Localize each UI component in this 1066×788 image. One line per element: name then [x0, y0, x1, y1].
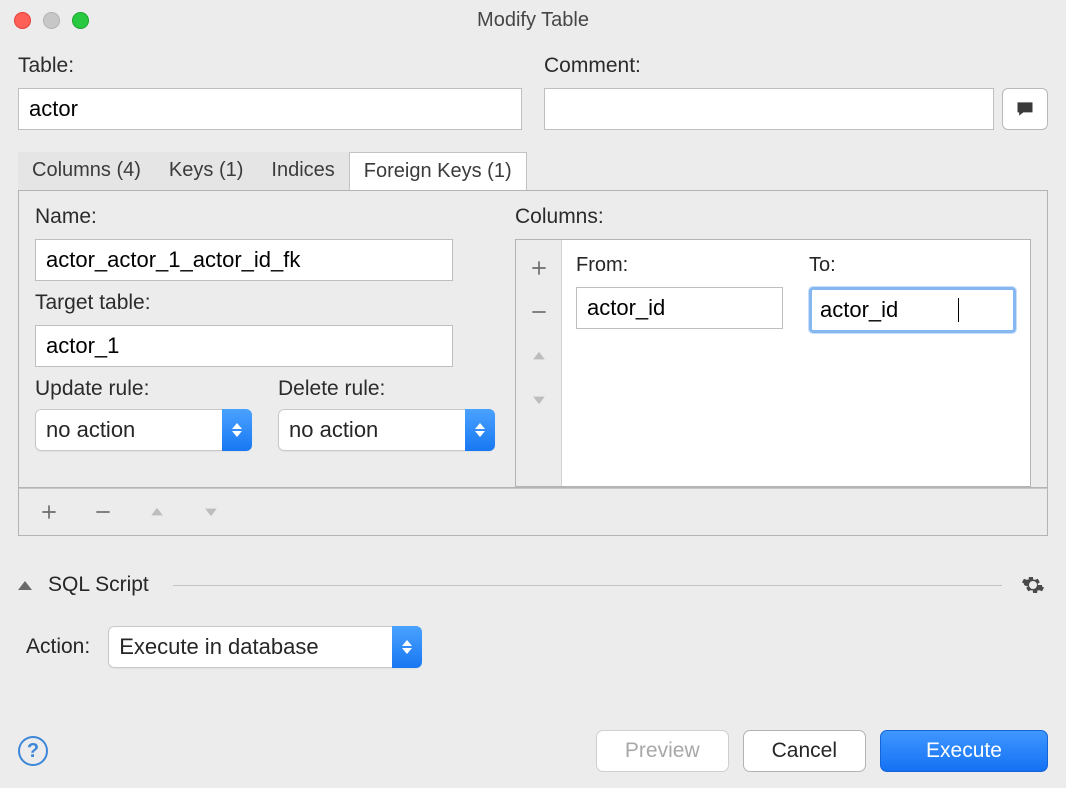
add-fk-button[interactable]	[31, 492, 67, 532]
minus-icon	[93, 502, 113, 522]
minimize-window-button[interactable]	[43, 12, 60, 29]
maximize-window-button[interactable]	[72, 12, 89, 29]
update-rule-label: Update rule:	[35, 377, 252, 401]
gear-icon	[1021, 573, 1045, 597]
window-controls	[14, 12, 89, 29]
table-name-input[interactable]	[18, 88, 522, 130]
move-down-button[interactable]	[517, 378, 561, 422]
action-value: Execute in database	[108, 626, 392, 668]
move-up-button[interactable]	[517, 334, 561, 378]
update-rule-combo[interactable]: no action	[35, 409, 252, 451]
speech-bubble-icon	[1014, 99, 1036, 119]
to-column-focus-ring	[809, 287, 1016, 333]
fk-move-up-button[interactable]	[139, 492, 175, 532]
preview-button[interactable]: Preview	[596, 730, 729, 772]
tab-bar: Columns (4) Keys (1) Indices Foreign Key…	[18, 152, 1048, 190]
divider	[173, 585, 1002, 586]
columns-side-toolbar	[516, 240, 562, 486]
triangle-down-icon	[529, 390, 549, 410]
fk-name-input[interactable]	[35, 239, 453, 281]
minus-icon	[529, 302, 549, 322]
window-title: Modify Table	[477, 9, 589, 32]
comment-input[interactable]	[544, 88, 994, 130]
chevron-updown-icon	[222, 409, 252, 451]
titlebar: Modify Table	[0, 0, 1066, 40]
chevron-updown-icon	[392, 626, 422, 668]
triangle-down-icon	[201, 502, 221, 522]
sql-script-title: SQL Script	[48, 573, 149, 597]
remove-fk-button[interactable]	[85, 492, 121, 532]
collapse-toggle[interactable]	[18, 581, 32, 590]
delete-rule-value: no action	[278, 409, 465, 451]
cancel-button[interactable]: Cancel	[743, 730, 866, 772]
expand-comment-button[interactable]	[1002, 88, 1048, 130]
plus-icon	[39, 502, 59, 522]
action-label: Action:	[26, 635, 90, 659]
from-label: From:	[576, 254, 783, 277]
text-caret	[958, 298, 959, 322]
foreign-keys-toolbar	[18, 488, 1048, 536]
close-window-button[interactable]	[14, 12, 31, 29]
tab-indices[interactable]: Indices	[257, 152, 348, 190]
tab-keys[interactable]: Keys (1)	[155, 152, 257, 190]
comment-label: Comment:	[544, 54, 1048, 78]
target-table-label: Target table:	[35, 291, 495, 315]
action-combo[interactable]: Execute in database	[108, 626, 422, 668]
tab-foreign-keys[interactable]: Foreign Keys (1)	[349, 152, 527, 190]
script-settings-button[interactable]	[1018, 570, 1048, 600]
from-column-input[interactable]	[576, 287, 783, 329]
foreign-key-panel: Name: Target table: Update rule: no acti…	[18, 190, 1048, 488]
fk-name-label: Name:	[35, 205, 495, 229]
chevron-updown-icon	[465, 409, 495, 451]
target-table-input[interactable]	[35, 325, 453, 367]
delete-rule-combo[interactable]: no action	[278, 409, 495, 451]
columns-label: Columns:	[515, 205, 1031, 229]
to-column-input[interactable]	[814, 292, 958, 328]
help-button[interactable]: ?	[18, 736, 48, 766]
fk-move-down-button[interactable]	[193, 492, 229, 532]
to-label: To:	[809, 254, 1016, 277]
table-label: Table:	[18, 54, 522, 78]
columns-mapping-area: From: To:	[515, 239, 1031, 487]
delete-rule-label: Delete rule:	[278, 377, 495, 401]
add-column-button[interactable]	[517, 246, 561, 290]
triangle-up-icon	[147, 502, 167, 522]
execute-button[interactable]: Execute	[880, 730, 1048, 772]
plus-icon	[529, 258, 549, 278]
triangle-up-icon	[529, 346, 549, 366]
remove-column-button[interactable]	[517, 290, 561, 334]
tab-columns[interactable]: Columns (4)	[18, 152, 155, 190]
update-rule-value: no action	[35, 409, 222, 451]
